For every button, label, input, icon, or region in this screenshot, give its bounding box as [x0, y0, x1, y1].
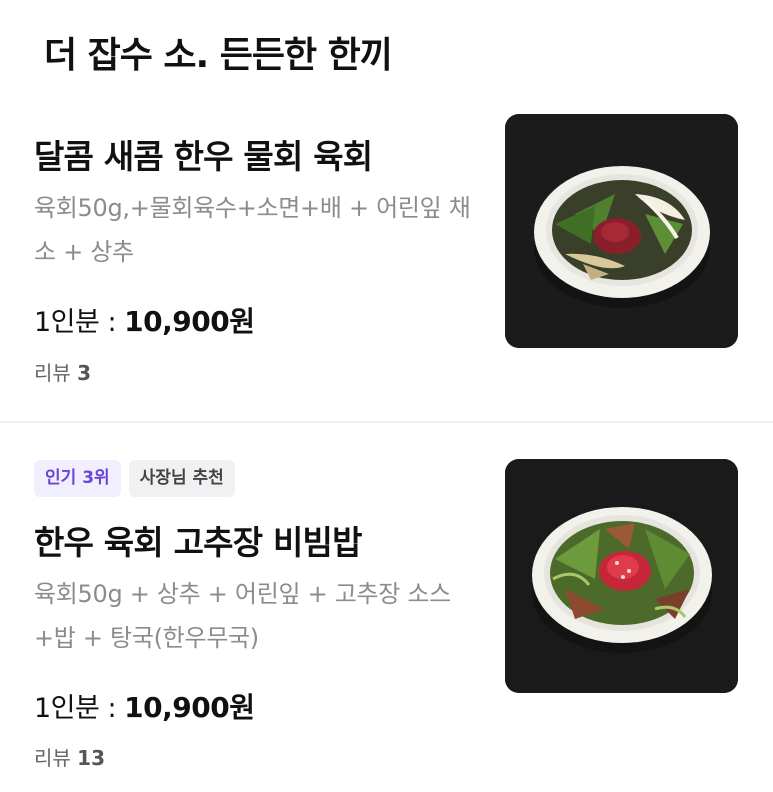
owner-recommend-badge: 사장님 추천 — [128, 460, 235, 497]
badge-row: 인기 3위 사장님 추천 — [34, 460, 235, 497]
menu-item-name: 달콤 새콤 한우 물회 육회 — [34, 137, 373, 176]
review-info: 리뷰 3 — [34, 357, 91, 386]
menu-item[interactable]: 인기 3위 사장님 추천 한우 육회 고추장 비빔밥 육회50g + 상추 + … — [0, 424, 773, 792]
price-label: 1인분 : — [34, 693, 117, 724]
section-title: 더 잡수 소. 든든한 한끼 — [44, 35, 393, 76]
menu-item-description: 육회50g,+물회육수+소면+배 + 어린잎 채소 + 상추 — [34, 194, 471, 266]
rank-badge: 인기 3위 — [34, 460, 121, 497]
menu-page: 더 잡수 소. 든든한 한끼 달콤 새콤 한우 물회 육회 육회50g,+물회육… — [0, 0, 773, 792]
food-photo-icon — [505, 114, 738, 348]
menu-item[interactable]: 달콤 새콤 한우 물회 육회 육회50g,+물회육수+소면+배 + 어린잎 채소… — [0, 100, 773, 422]
menu-item-photo[interactable] — [505, 459, 738, 693]
price-label: 1인분 : — [34, 307, 117, 338]
menu-item-name: 한우 육회 고추장 비빔밥 — [34, 523, 362, 562]
review-label: 리뷰 — [34, 746, 71, 770]
price-value: 10,900원 — [124, 691, 255, 724]
item-divider — [0, 421, 773, 423]
price-row: 1인분 : 10,900원 — [34, 300, 255, 340]
food-photo-icon — [505, 459, 738, 693]
review-info: 리뷰 13 — [34, 742, 105, 771]
price-row: 1인분 : 10,900원 — [34, 686, 255, 726]
review-label: 리뷰 — [34, 361, 71, 385]
review-count: 13 — [77, 746, 106, 770]
price-value: 10,900원 — [124, 305, 255, 338]
menu-item-description: 육회50g + 상추 + 어린잎 + 고추장 소스+밥 + 탕국(한우무국) — [34, 580, 451, 652]
menu-item-photo[interactable] — [505, 114, 738, 348]
review-count: 3 — [77, 361, 92, 385]
